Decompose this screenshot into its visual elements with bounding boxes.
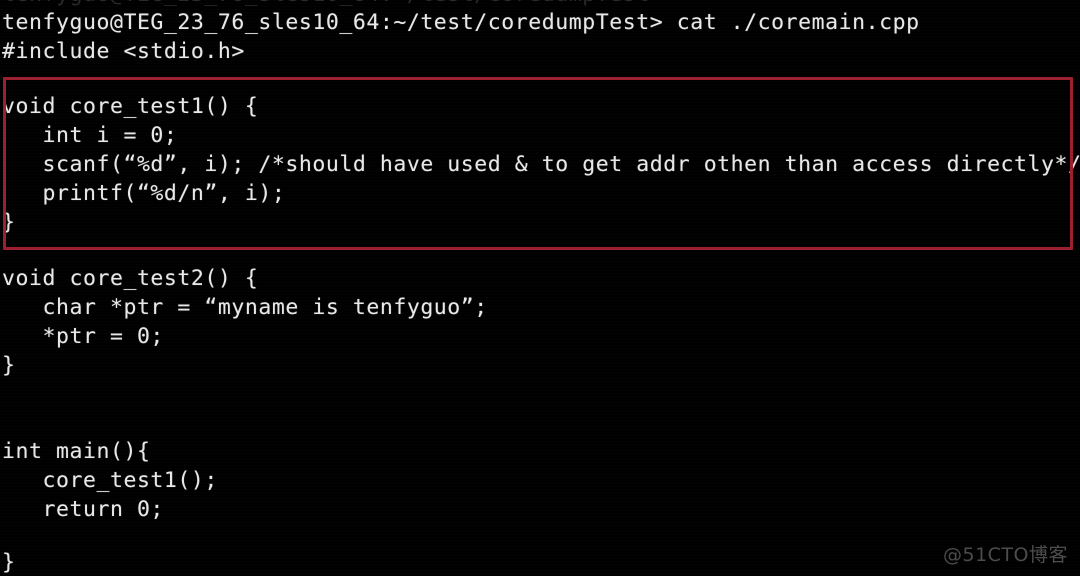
- code-line-return-0: return 0;: [2, 497, 164, 522]
- code-line-include: #include <stdio.h>: [2, 39, 245, 64]
- terminal-output[interactable]: tenfyguo@TEG_23_76_sles10_64:~/test/core…: [0, 0, 1080, 576]
- code-line-call-core-test1: core_test1();: [2, 468, 218, 493]
- code-line-int-i: int i = 0;: [2, 123, 178, 148]
- code-line-core-test1-sig: void core_test1() {: [2, 94, 259, 119]
- terminal-prompt-line: tenfyguo@TEG_23_76_sles10_64:~/test/core…: [2, 10, 920, 35]
- terminal-window: tenfyguo@TEG_23_76_sles10_64:~/test/core…: [0, 0, 1080, 576]
- code-line-scanf: scanf(“%d”, i); /*should have used & to …: [2, 152, 1080, 177]
- watermark-label: @51CTO博客: [942, 544, 1068, 566]
- code-line-core-test1-end: }: [2, 210, 16, 235]
- code-line-core-test2-sig: void core_test2() {: [2, 266, 259, 291]
- code-line-deref-ptr: *ptr = 0;: [2, 324, 164, 349]
- code-line-char-ptr: char *ptr = “myname is tenfyguo”;: [2, 295, 488, 320]
- code-line-printf: printf(“%d/n”, i);: [2, 181, 286, 206]
- code-line-core-test2-end: }: [2, 353, 16, 378]
- code-line-main-sig: int main(){: [2, 439, 151, 464]
- code-line-main-end: }: [2, 550, 16, 575]
